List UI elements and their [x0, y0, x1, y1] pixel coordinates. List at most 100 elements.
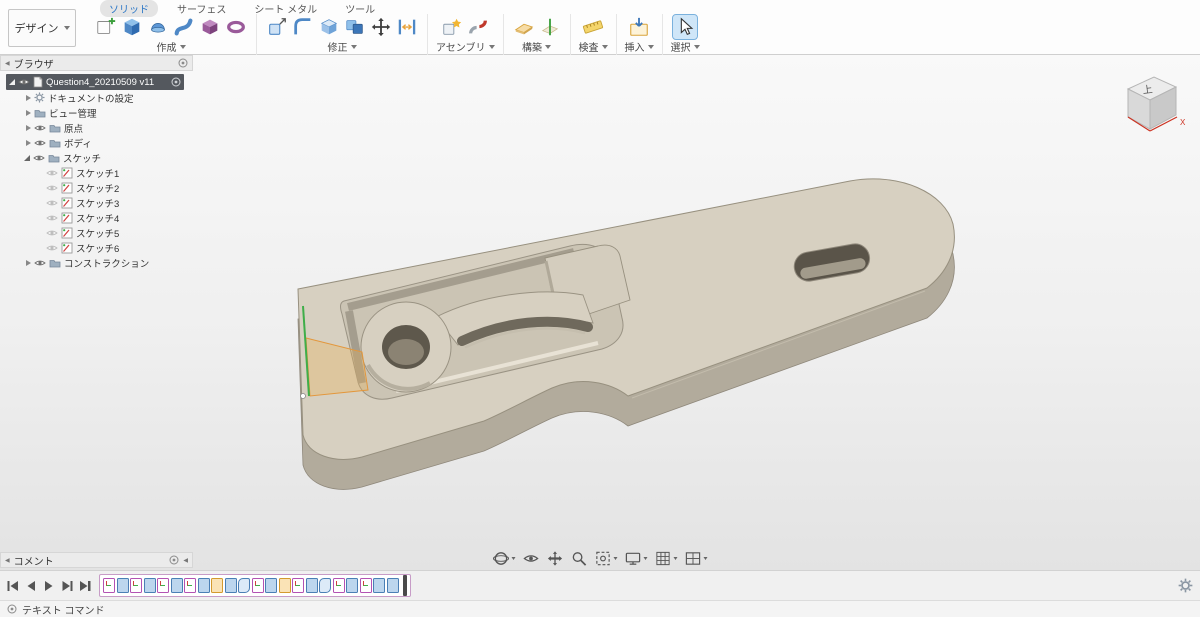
browser-item-named-views[interactable]: ビュー管理	[0, 105, 200, 120]
visibility-eye-icon[interactable]	[46, 214, 58, 222]
view-cube[interactable]: 上 X	[1114, 67, 1190, 143]
align-icon[interactable]	[395, 15, 419, 39]
browser-panel-header[interactable]: ◀ ブラウザ	[0, 55, 193, 71]
press-pull-icon[interactable]	[265, 15, 289, 39]
fillet-feature-icon[interactable]	[319, 578, 331, 593]
pan-icon[interactable]	[547, 550, 564, 567]
sketch-feature-icon[interactable]	[332, 578, 345, 593]
browser-item-sketch5[interactable]: スケッチ5	[0, 225, 200, 240]
visibility-eye-icon[interactable]	[34, 259, 46, 267]
extrude-feature-icon[interactable]	[197, 578, 210, 593]
modify-menu[interactable]: 修正	[328, 39, 357, 54]
fillet-icon[interactable]	[291, 15, 315, 39]
extrude-feature-icon[interactable]	[373, 578, 385, 593]
construct-menu[interactable]: 構築	[522, 39, 551, 54]
visibility-eye-icon[interactable]	[34, 124, 46, 132]
combine-icon[interactable]	[343, 15, 367, 39]
expand-icon[interactable]	[26, 94, 31, 101]
collapse-arrow-icon[interactable]: ◀	[5, 557, 10, 564]
browser-item-construction[interactable]: コンストラクション	[0, 255, 200, 270]
expanded-icon[interactable]	[24, 154, 30, 161]
expand-icon[interactable]	[26, 259, 31, 266]
primitive-torus-icon[interactable]	[224, 15, 248, 39]
browser-item-sketch4[interactable]: スケッチ4	[0, 210, 200, 225]
go-to-start-button[interactable]	[5, 578, 21, 594]
panel-menu-icon[interactable]	[169, 555, 179, 565]
construct-feature-icon[interactable]	[278, 578, 291, 593]
joint-icon[interactable]	[466, 15, 490, 39]
shell-icon[interactable]	[317, 15, 341, 39]
browser-item-sketch1[interactable]: スケッチ1	[0, 165, 200, 180]
extrude-feature-icon[interactable]	[305, 578, 318, 593]
visibility-eye-icon[interactable]	[34, 139, 46, 147]
expanded-icon[interactable]	[9, 79, 15, 85]
browser-item-origin[interactable]: 原点	[0, 120, 200, 135]
viewcube-top-label[interactable]: 上	[1142, 83, 1153, 96]
extrude-feature-icon[interactable]	[143, 578, 156, 593]
select-menu[interactable]: 選択	[671, 39, 700, 54]
browser-item-document-settings[interactable]: ドキュメントの設定	[0, 90, 200, 105]
sweep-icon[interactable]	[172, 15, 196, 39]
sketch-feature-icon[interactable]	[130, 578, 142, 593]
create-sketch-icon[interactable]	[94, 15, 118, 39]
visibility-eye-icon[interactable]	[46, 229, 58, 237]
extrude-feature-icon[interactable]	[224, 578, 237, 593]
construction-axis-icon[interactable]	[538, 15, 562, 39]
construct-feature-icon[interactable]	[211, 578, 223, 593]
sketch-feature-icon[interactable]	[359, 578, 372, 593]
assemble-menu[interactable]: アセンブリ	[436, 39, 495, 54]
visibility-eye-icon[interactable]	[33, 154, 45, 162]
new-component-icon[interactable]	[440, 15, 464, 39]
visibility-eye-icon[interactable]	[46, 184, 58, 192]
play-button[interactable]	[41, 578, 57, 594]
fit-to-view-icon[interactable]	[595, 550, 618, 567]
create-menu[interactable]: 作成	[157, 39, 186, 54]
extrude-feature-icon[interactable]	[346, 578, 358, 593]
revolve-icon[interactable]	[146, 15, 170, 39]
timeline-position-marker[interactable]	[403, 575, 407, 596]
move-copy-icon[interactable]	[369, 15, 393, 39]
sketch-feature-icon[interactable]	[103, 578, 115, 593]
insert-icon[interactable]	[627, 15, 651, 39]
comments-panel-header[interactable]: ◀ コメント ◀	[0, 552, 193, 568]
step-back-button[interactable]	[23, 578, 39, 594]
sketch-feature-icon[interactable]	[157, 578, 169, 593]
visibility-eye-icon[interactable]	[46, 244, 58, 252]
insert-menu[interactable]: 挿入	[625, 39, 654, 54]
orbit-icon[interactable]	[493, 550, 516, 567]
expand-icon[interactable]	[26, 124, 31, 131]
text-commands-icon[interactable]	[7, 604, 17, 614]
primitive-box-icon[interactable]	[198, 15, 222, 39]
grid-settings-icon[interactable]	[655, 550, 678, 567]
extrude-feature-icon[interactable]	[170, 578, 183, 593]
panel-menu-icon[interactable]	[178, 58, 188, 68]
visibility-eye-icon[interactable]	[46, 169, 58, 177]
extrude-feature-icon[interactable]	[265, 578, 277, 593]
activate-component-radio[interactable]	[171, 77, 181, 87]
browser-item-sketches[interactable]: スケッチ	[0, 150, 200, 165]
fillet-feature-icon[interactable]	[238, 578, 250, 593]
browser-item-bodies[interactable]: ボディ	[0, 135, 200, 150]
sketch-feature-icon[interactable]	[251, 578, 264, 593]
select-tool-icon[interactable]	[672, 14, 698, 40]
browser-item-sketch2[interactable]: スケッチ2	[0, 180, 200, 195]
sketch-feature-icon[interactable]	[292, 578, 304, 593]
browser-item-sketch6[interactable]: スケッチ6	[0, 240, 200, 255]
timeline-settings-gear-icon[interactable]	[1178, 578, 1193, 593]
inspect-menu[interactable]: 検査	[579, 39, 608, 54]
visibility-eye-icon[interactable]	[18, 78, 30, 86]
expand-arrow-icon[interactable]: ◀	[183, 557, 188, 564]
viewports-icon[interactable]	[685, 550, 708, 567]
go-to-end-button[interactable]	[77, 578, 93, 594]
sketch-feature-icon[interactable]	[184, 578, 196, 593]
expand-icon[interactable]	[26, 139, 31, 146]
extrude-icon[interactable]	[120, 15, 144, 39]
extrude-feature-icon[interactable]	[386, 578, 399, 593]
look-at-icon[interactable]	[523, 550, 540, 567]
browser-item-sketch3[interactable]: スケッチ3	[0, 195, 200, 210]
measure-icon[interactable]	[581, 15, 605, 39]
browser-item-root-component[interactable]: Question4_20210509 v11	[6, 74, 184, 90]
timeline-feature-strip[interactable]	[99, 574, 411, 597]
step-forward-button[interactable]	[59, 578, 75, 594]
extrude-feature-icon[interactable]	[116, 578, 129, 593]
